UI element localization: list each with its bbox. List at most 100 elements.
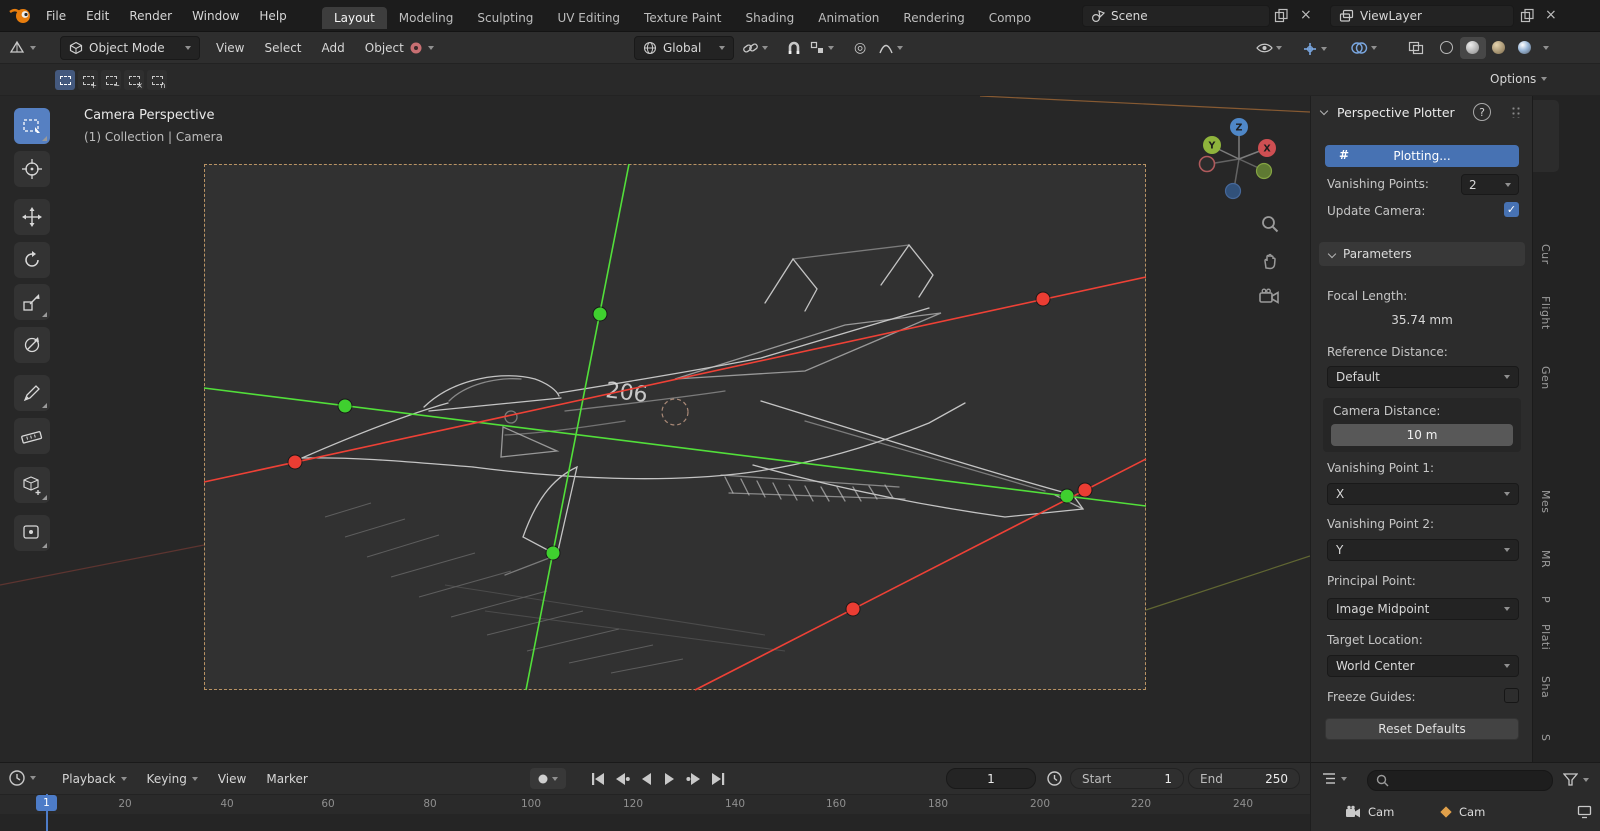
vp-handle-green-2[interactable] — [338, 399, 352, 413]
navigation-gizmo[interactable]: Z Y X — [1197, 117, 1281, 201]
shading-rendered-button[interactable] — [1518, 41, 1531, 54]
sidebar-tab-p[interactable]: P — [1539, 596, 1552, 603]
select-mode-invert[interactable]: × — [124, 70, 144, 90]
viewlayer-copy-button[interactable] — [1520, 8, 1535, 23]
current-frame-field[interactable]: 1 — [946, 768, 1036, 789]
tool-add-cube[interactable] — [14, 467, 50, 503]
panel-collapse-caret[interactable] — [1319, 106, 1329, 116]
select-mode-extend[interactable]: + — [78, 70, 98, 90]
sidebar-tab-mr[interactable]: MR — [1539, 550, 1552, 568]
workspace-tab-compositing[interactable]: Compo — [977, 7, 1043, 29]
menu-window[interactable]: Window — [182, 9, 249, 23]
proportional-edit-toggle[interactable]: ◎ — [854, 40, 866, 56]
parameters-header[interactable]: Parameters — [1319, 242, 1525, 266]
plotting-button[interactable]: Plotting... — [1325, 145, 1519, 167]
shading-wireframe-button[interactable] — [1440, 41, 1453, 54]
viewlayer-selector[interactable]: ViewLayer — [1330, 5, 1514, 27]
snap-with-dropdown[interactable] — [810, 41, 834, 55]
tool-scale[interactable] — [14, 284, 50, 320]
sidebar-tab-gen[interactable]: Gen — [1539, 366, 1552, 390]
vanishing-points-dropdown[interactable]: 2 — [1461, 174, 1519, 195]
sidebar-tab-cur[interactable]: Cur — [1539, 244, 1552, 265]
workspace-tab-animation[interactable]: Animation — [806, 7, 891, 29]
reset-defaults-button[interactable]: Reset Defaults — [1325, 718, 1519, 740]
freeze-guides-checkbox[interactable] — [1504, 688, 1519, 703]
update-camera-checkbox[interactable]: ✓ — [1504, 202, 1519, 217]
menu-add[interactable]: Add — [312, 41, 355, 55]
menu-marker[interactable]: Marker — [256, 772, 317, 786]
sidebar-tab-plati[interactable]: Plati — [1539, 624, 1552, 650]
vp-handle-red-1[interactable] — [1036, 292, 1050, 306]
falloff-dropdown[interactable] — [878, 41, 903, 55]
preview-range-button[interactable] — [1046, 770, 1063, 787]
tool-transform[interactable] — [14, 327, 50, 363]
playhead-badge[interactable]: 1 — [36, 795, 57, 811]
next-keyframe-button[interactable] — [682, 769, 706, 789]
show-gizmo-dropdown[interactable] — [1302, 41, 1327, 57]
tool-move[interactable] — [14, 199, 50, 235]
shading-solid-button[interactable] — [1466, 41, 1479, 54]
vp-handle-green-3[interactable] — [546, 546, 560, 560]
vp-handle-green-1[interactable] — [593, 307, 607, 321]
shading-material-button[interactable] — [1492, 41, 1505, 54]
vp-handle-red-4[interactable] — [1078, 483, 1092, 497]
vp-handle-red-2[interactable] — [288, 455, 302, 469]
outliner-search-input[interactable] — [1367, 770, 1553, 791]
outliner-filter-button[interactable] — [1563, 773, 1578, 787]
vp-handle-green-4[interactable] — [1060, 489, 1074, 503]
principal-point-dropdown[interactable]: Image Midpoint — [1327, 598, 1519, 620]
sidebar-tab-active[interactable] — [1533, 100, 1559, 172]
vanishing-point-1-dropdown[interactable]: X — [1327, 483, 1519, 505]
transform-orientation-dropdown[interactable]: Global — [634, 36, 734, 60]
menu-object[interactable]: Object — [355, 41, 414, 55]
target-location-dropdown[interactable]: World Center — [1327, 655, 1519, 677]
outliner-item-camera-2[interactable]: Cam — [1439, 805, 1485, 819]
tool-rotate[interactable] — [14, 242, 50, 278]
options-dropdown[interactable]: Options — [1490, 72, 1548, 86]
zoom-button[interactable] — [1260, 214, 1280, 234]
timeline-editor-type-button[interactable] — [8, 769, 36, 787]
mode-dropdown[interactable]: Object Mode — [60, 36, 200, 60]
workspace-tab-shading[interactable]: Shading — [733, 7, 806, 29]
pivot-point-dropdown[interactable] — [408, 40, 434, 56]
pan-button[interactable] — [1260, 251, 1280, 271]
select-mode-new[interactable] — [55, 70, 75, 90]
select-mode-intersect[interactable]: ∩ — [147, 70, 167, 90]
menu-playback[interactable]: Playback — [52, 772, 137, 786]
jump-to-end-button[interactable] — [706, 769, 730, 789]
timeline-tracks[interactable] — [0, 814, 1310, 831]
object-visibility-dropdown[interactable] — [1256, 41, 1282, 55]
select-mode-subtract[interactable]: − — [101, 70, 121, 90]
snap-toggle-button[interactable] — [786, 40, 802, 56]
vanishing-point-2-dropdown[interactable]: Y — [1327, 539, 1519, 561]
sidebar-tab-s[interactable]: S — [1539, 734, 1552, 741]
menu-help[interactable]: Help — [249, 9, 296, 23]
menu-edit[interactable]: Edit — [76, 9, 119, 23]
viewlayer-remove-button[interactable]: × — [1545, 7, 1557, 23]
reference-distance-dropdown[interactable]: Default — [1327, 366, 1519, 388]
camera-distance-field[interactable]: 10 m — [1331, 424, 1513, 446]
xray-toggle[interactable] — [1408, 41, 1424, 55]
outliner-item-camera-1[interactable]: Cam — [1345, 805, 1394, 819]
menu-timeline-view[interactable]: View — [208, 772, 256, 786]
tool-measure[interactable] — [14, 418, 50, 454]
timeline-ruler[interactable]: 20 40 60 80 100 120 140 160 180 200 220 … — [0, 794, 1310, 814]
camera-view-button[interactable] — [1258, 288, 1280, 306]
sidebar-tab-flight[interactable]: Flight — [1539, 296, 1552, 330]
menu-render[interactable]: Render — [119, 9, 182, 23]
panel-grip-icon[interactable] — [1511, 106, 1521, 118]
play-reverse-button[interactable] — [634, 769, 658, 789]
menu-view[interactable]: View — [206, 41, 254, 55]
workspace-tab-texture-paint[interactable]: Texture Paint — [632, 7, 733, 29]
frame-start-field[interactable]: Start 1 — [1070, 768, 1184, 789]
outliner-filter-chevron[interactable] — [1583, 778, 1589, 782]
frame-end-field[interactable]: End 250 — [1188, 768, 1300, 789]
tool-cursor[interactable] — [14, 151, 50, 187]
snap-target-dropdown[interactable] — [742, 40, 768, 56]
outliner-editor-type-button[interactable] — [1321, 771, 1347, 786]
sidebar-tab-mes[interactable]: Mes — [1539, 490, 1552, 514]
tool-annotate[interactable] — [14, 375, 50, 411]
prev-keyframe-button[interactable] — [610, 769, 634, 789]
tool-select-box[interactable] — [14, 108, 50, 144]
workspace-tab-uv-editing[interactable]: UV Editing — [545, 7, 632, 29]
